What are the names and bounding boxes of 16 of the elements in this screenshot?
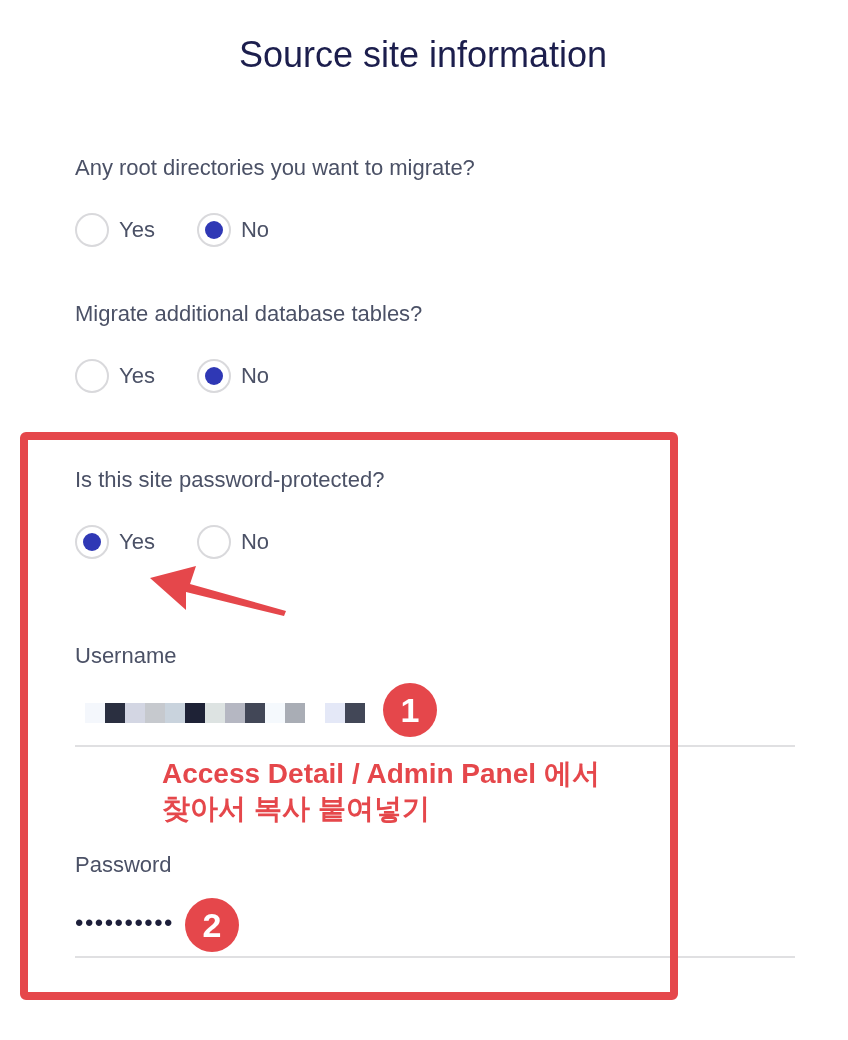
- radio-option[interactable]: Yes: [75, 359, 155, 393]
- radio-option[interactable]: Yes: [75, 213, 155, 247]
- radio-option[interactable]: No: [196, 359, 269, 393]
- number-badge: 1: [383, 683, 437, 737]
- annotation-note: Access Detail / Admin Panel 에서 찾아서 복사 붙여넣기: [162, 757, 601, 826]
- question-label: Any root directories you want to migrate?: [75, 154, 475, 182]
- radio-option[interactable]: No: [196, 525, 269, 559]
- field-label: Username: [75, 642, 177, 670]
- arrow-icon: [150, 566, 286, 616]
- question-label: Is this site password-protected?: [75, 466, 385, 494]
- page-title: Source site information: [237, 33, 609, 77]
- radio-option[interactable]: Yes: [75, 525, 155, 559]
- field-label: Password: [75, 851, 172, 879]
- question-label: Migrate additional database tables?: [75, 300, 423, 328]
- number-badge: 2: [185, 898, 239, 952]
- radio-option[interactable]: No: [196, 213, 269, 247]
